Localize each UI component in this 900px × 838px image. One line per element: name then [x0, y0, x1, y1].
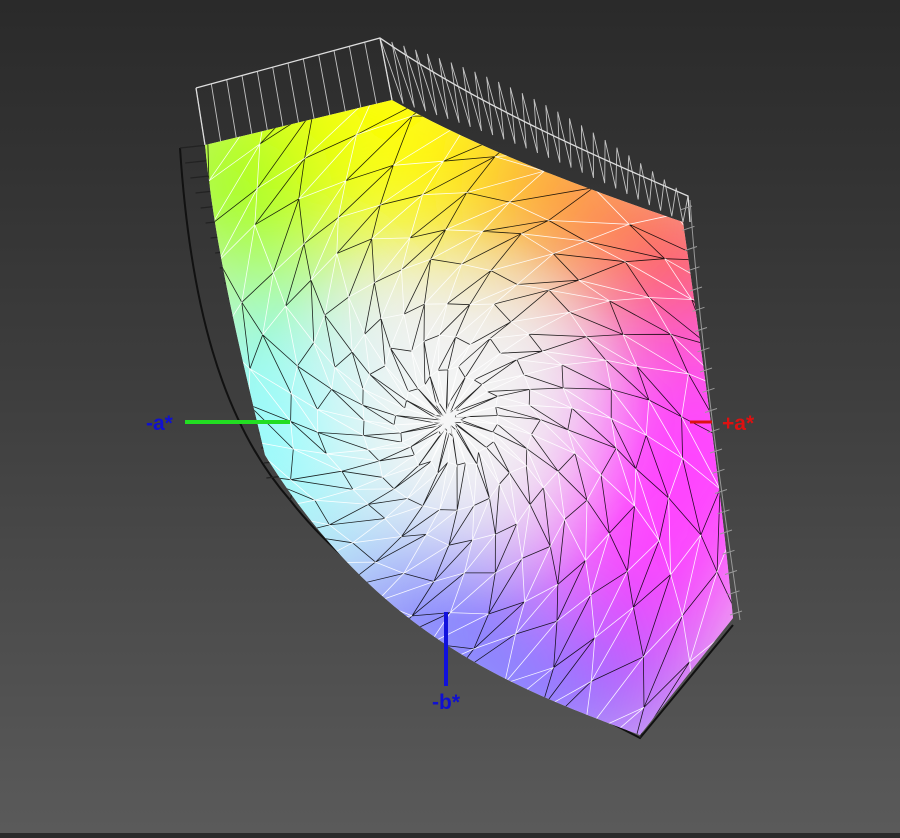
- neg-a-axis-label: -a*: [146, 412, 173, 435]
- pos-a-axis-label: +a*: [722, 412, 755, 435]
- neg-b-axis-label: -b*: [432, 691, 460, 714]
- gamut-view: -a* +a* -b*: [0, 0, 900, 833]
